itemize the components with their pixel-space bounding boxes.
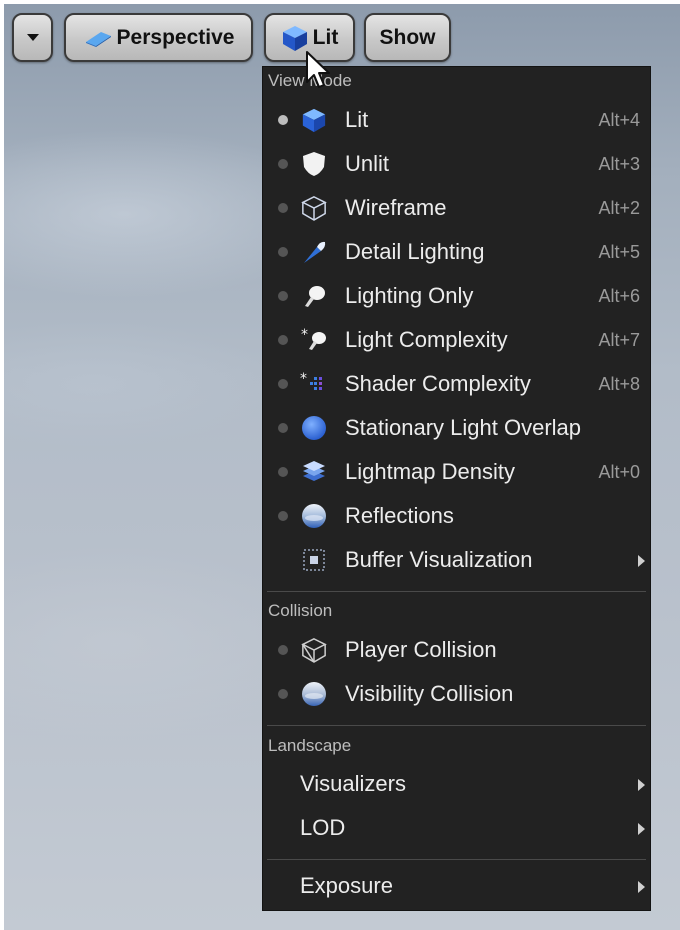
svg-text:*: * — [300, 371, 307, 387]
menu-item-lod[interactable]: LOD — [263, 808, 650, 848]
menu-item-label: Shader Complexity — [345, 371, 531, 396]
radio-indicator — [278, 379, 288, 389]
menu-item-label: Lit — [345, 107, 369, 132]
radio-indicator — [278, 247, 288, 257]
perspective-camera-icon — [83, 28, 113, 48]
shortcut-label: Alt+7 — [598, 330, 640, 350]
menu-item-label: Exposure — [300, 873, 393, 898]
menu-separator — [267, 725, 646, 726]
menu-item-label: Stationary Light Overlap — [345, 415, 582, 440]
perspective-button-label: Perspective — [116, 25, 235, 49]
unlit-shield-icon — [300, 151, 328, 177]
shortcut-label: Alt+8 — [598, 374, 640, 394]
menu-item-light-complexity[interactable]: * Light Complexity Alt+7 — [263, 320, 650, 360]
radio-indicator — [278, 511, 288, 521]
shortcut-label: Alt+4 — [598, 110, 640, 130]
section-header-collision: Collision — [268, 601, 333, 620]
radio-indicator-selected — [278, 115, 288, 125]
menu-item-label: Wireframe — [345, 195, 447, 220]
radio-indicator — [278, 159, 288, 169]
menu-item-detail-lighting[interactable]: Detail Lighting Alt+5 — [263, 232, 650, 272]
visibility-collision-icon — [300, 681, 328, 707]
menu-item-wireframe[interactable]: Wireframe Alt+2 — [263, 188, 650, 228]
menu-item-label: Light Complexity — [345, 327, 508, 352]
menu-item-lighting-only[interactable]: Lighting Only Alt+6 — [263, 276, 650, 316]
svg-text:*: * — [301, 327, 308, 343]
shortcut-label: Alt+2 — [598, 198, 640, 218]
submenu-arrow-icon — [638, 881, 645, 893]
menu-item-label: Player Collision — [345, 637, 497, 662]
menu-item-buffer-visualization[interactable]: Buffer Visualization — [263, 540, 650, 580]
menu-item-stationary-light-overlap[interactable]: Stationary Light Overlap — [263, 408, 650, 448]
section-header-landscape: Landscape — [268, 736, 352, 755]
shortcut-label: Alt+0 — [598, 462, 640, 482]
wireframe-cube-icon — [300, 195, 328, 221]
detail-lighting-icon — [300, 239, 328, 265]
shortcut-label: Alt+3 — [598, 154, 640, 174]
chevron-down-icon — [26, 34, 39, 41]
menu-separator — [267, 859, 646, 860]
menu-item-unlit[interactable]: Unlit Alt+3 — [263, 144, 650, 184]
buffer-visualization-icon — [300, 547, 328, 573]
menu-item-label: Lighting Only — [345, 283, 474, 308]
reflections-icon — [300, 503, 328, 529]
viewport-options-dropdown-button[interactable] — [12, 13, 53, 62]
menu-item-exposure[interactable]: Exposure — [263, 866, 650, 906]
radio-indicator — [278, 335, 288, 345]
menu-item-label: Visibility Collision — [345, 681, 514, 706]
menu-item-label: Detail Lighting — [345, 239, 485, 264]
lit-cube-icon — [281, 24, 309, 52]
light-complexity-icon: * — [300, 327, 328, 353]
menu-item-label: Reflections — [345, 503, 454, 528]
menu-separator — [267, 591, 646, 592]
lit-cube-icon — [300, 107, 328, 133]
menu-item-reflections[interactable]: Reflections — [263, 496, 650, 536]
lit-button-label: Lit — [312, 25, 339, 49]
show-button[interactable]: Show — [364, 13, 451, 62]
menu-item-shader-complexity[interactable]: * Shader Complexity Alt+8 — [263, 364, 650, 404]
stationary-light-overlap-icon — [300, 415, 328, 441]
submenu-arrow-icon — [638, 779, 645, 791]
radio-indicator — [278, 689, 288, 699]
view-mode-menu: View Mode Lit Alt+4 Unlit Alt+3 Wirefram… — [262, 66, 651, 911]
menu-item-lit[interactable]: Lit Alt+4 — [263, 100, 650, 140]
mouse-cursor-icon — [306, 51, 330, 88]
shortcut-label: Alt+5 — [598, 242, 640, 262]
menu-item-label: LOD — [300, 815, 346, 840]
show-button-label: Show — [379, 25, 436, 49]
player-collision-icon — [300, 637, 328, 663]
menu-item-visualizers[interactable]: Visualizers — [263, 764, 650, 804]
radio-indicator — [278, 467, 288, 477]
menu-item-label: Lightmap Density — [345, 459, 515, 484]
lightmap-density-icon — [300, 459, 328, 485]
radio-indicator — [278, 203, 288, 213]
submenu-arrow-icon — [638, 555, 645, 567]
submenu-arrow-icon — [638, 823, 645, 835]
menu-item-player-collision[interactable]: Player Collision — [263, 630, 650, 670]
shader-complexity-icon: * — [300, 371, 328, 397]
menu-item-label: Unlit — [345, 151, 390, 176]
menu-item-label: Visualizers — [300, 771, 406, 796]
menu-item-lightmap-density[interactable]: Lightmap Density Alt+0 — [263, 452, 650, 492]
perspective-button[interactable]: Perspective — [64, 13, 253, 62]
radio-indicator — [278, 291, 288, 301]
menu-item-visibility-collision[interactable]: Visibility Collision — [263, 674, 650, 714]
shortcut-label: Alt+6 — [598, 286, 640, 306]
lighting-only-icon — [300, 283, 328, 309]
radio-indicator — [278, 645, 288, 655]
menu-item-label: Buffer Visualization — [345, 547, 533, 572]
radio-indicator — [278, 423, 288, 433]
